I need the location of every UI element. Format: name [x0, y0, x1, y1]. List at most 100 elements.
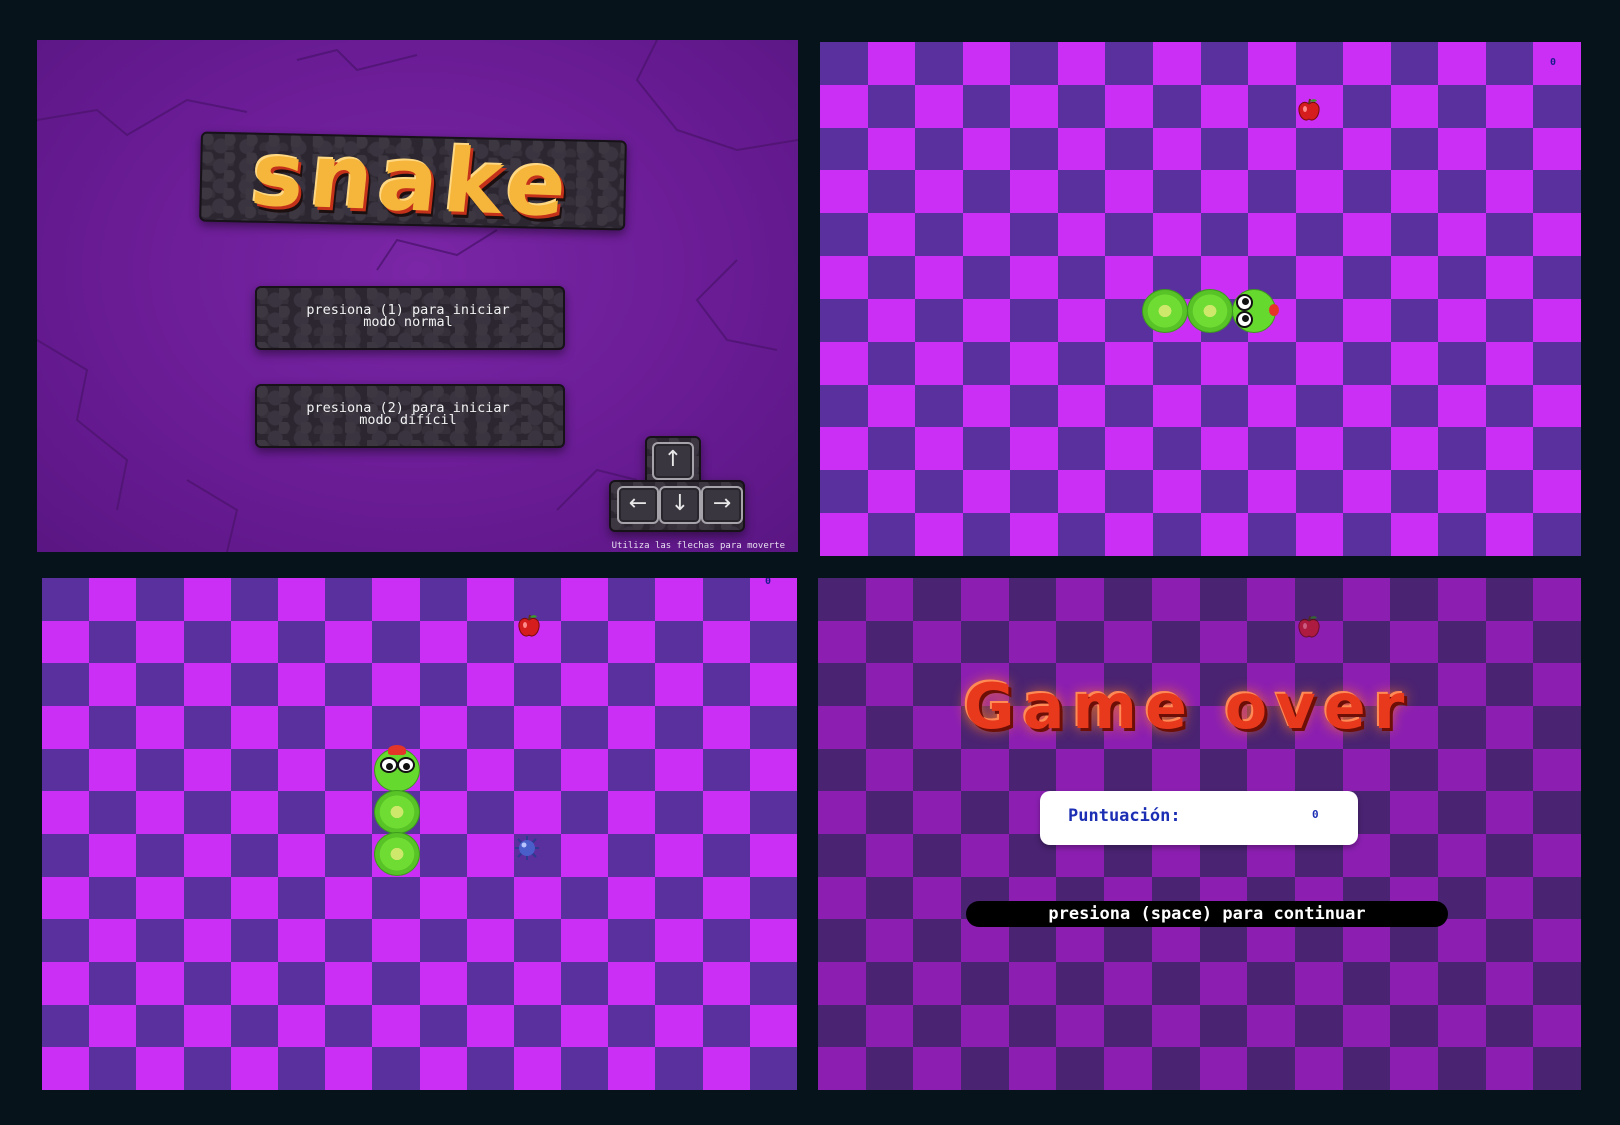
board-cell	[1247, 748, 1295, 792]
hard-mode-button[interactable]: presiona (2) para iniciar modo difícil	[255, 384, 561, 444]
board-cell	[962, 170, 1011, 214]
board-cell	[655, 876, 703, 920]
board-cell	[1343, 170, 1391, 214]
board-cell	[1343, 427, 1391, 471]
board-cell	[961, 578, 1009, 621]
board-cell	[702, 1047, 750, 1090]
board-cell	[1342, 748, 1391, 792]
board-cell	[608, 962, 656, 1005]
board-cell	[655, 791, 703, 834]
board-cell	[466, 876, 514, 920]
board-cell	[867, 470, 916, 514]
board-cell	[1390, 42, 1439, 85]
board-cell	[1533, 748, 1581, 792]
board-cell	[865, 706, 914, 749]
board-cell	[1485, 341, 1534, 385]
board-cell	[1105, 84, 1153, 128]
board-cell	[818, 791, 866, 834]
board-cell	[1294, 962, 1343, 1005]
board-cell	[1199, 748, 1248, 792]
board-cell	[702, 876, 750, 920]
snake-eye-icon	[1236, 294, 1253, 311]
board-cell	[466, 962, 514, 1005]
board-cell	[1247, 962, 1295, 1005]
board-cell	[1485, 170, 1534, 214]
board-cell	[913, 834, 962, 877]
board-cell	[1199, 1004, 1248, 1048]
board-cell	[1485, 256, 1534, 299]
board-cell	[1199, 578, 1248, 621]
board-cell	[1533, 919, 1581, 962]
board-cell	[89, 706, 137, 749]
board-cell	[419, 706, 467, 749]
board-cell	[1104, 620, 1152, 664]
board-cell	[915, 341, 963, 385]
board-cell	[372, 876, 420, 920]
board-cell	[42, 748, 90, 792]
board-cell	[1104, 1004, 1152, 1048]
arrow-left-key-icon: ←	[617, 486, 659, 524]
board-cell	[915, 170, 963, 214]
board-cell	[1295, 298, 1344, 342]
board-cell	[962, 384, 1011, 428]
board-cell	[1485, 578, 1534, 621]
board-cell	[1343, 256, 1391, 299]
board-cell	[1295, 42, 1344, 85]
board-cell	[749, 962, 797, 1005]
board-cell	[608, 663, 656, 706]
board-cell	[419, 876, 467, 920]
board-cell	[277, 834, 326, 877]
board-cell	[702, 578, 750, 621]
snake-tongue-icon	[1269, 304, 1279, 316]
board-cell	[466, 834, 514, 877]
board-cell	[1008, 620, 1057, 664]
board-cell	[820, 256, 868, 299]
board-cell	[42, 706, 90, 749]
board-cell	[1057, 341, 1106, 385]
snake-eye-icon	[380, 757, 398, 773]
board-cell	[1390, 1004, 1438, 1048]
board-cell	[865, 578, 914, 621]
board-cell	[1248, 127, 1296, 171]
board-cell	[136, 919, 184, 962]
menu-screen: Snake presiona (1) para iniciar modo nor…	[37, 40, 798, 552]
hard-mode-line2: modo difícil	[359, 412, 457, 428]
board-cell	[325, 706, 373, 749]
board-cell	[325, 876, 373, 920]
board-cell	[913, 791, 962, 834]
game-over-title: Game over	[963, 670, 1413, 743]
board-cell	[1200, 42, 1249, 85]
board-cell	[230, 620, 278, 664]
board-cell	[655, 663, 703, 706]
board-cell	[1390, 84, 1439, 128]
continue-prompt[interactable]: presiona (space) para continuar	[966, 901, 1448, 927]
board-cell	[183, 919, 231, 962]
board-cell	[419, 663, 467, 706]
board-cell	[42, 962, 90, 1005]
board-cell	[865, 834, 914, 877]
board-cell	[419, 919, 467, 962]
board-cell	[820, 427, 868, 471]
board-cell	[1152, 170, 1201, 214]
board-cell	[1248, 170, 1296, 214]
board-cell	[749, 1047, 797, 1090]
board-cell	[608, 620, 656, 664]
normal-mode-button[interactable]: presiona (1) para iniciar modo normal	[255, 286, 561, 346]
board-cell	[1438, 42, 1486, 85]
board-cell	[1104, 962, 1152, 1005]
game-over-screen: Game over Puntuación: 0 presiona (space)…	[818, 578, 1581, 1090]
board-cell	[183, 578, 231, 621]
board-cell	[1343, 298, 1391, 342]
board-cell	[1485, 706, 1534, 749]
board-cell	[1057, 384, 1106, 428]
board-cell	[1533, 470, 1581, 514]
board-cell	[865, 1047, 914, 1090]
board-cell	[277, 1047, 326, 1090]
board-cell	[419, 834, 467, 877]
board-cell	[820, 127, 868, 171]
board-cell	[325, 1047, 373, 1090]
board-cell	[277, 748, 326, 792]
board-cell	[1342, 962, 1391, 1005]
board-cell	[419, 1004, 467, 1048]
board-cell	[1390, 256, 1439, 299]
